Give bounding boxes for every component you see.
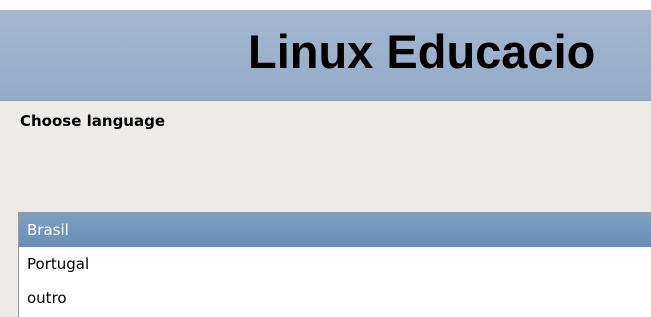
installer-window: Linux Educacio Choose language Brasil Po… xyxy=(0,0,651,317)
banner: Linux Educacio xyxy=(0,10,651,100)
banner-title: Linux Educacio xyxy=(248,25,596,78)
prompt-label: Choose language xyxy=(20,112,166,130)
list-item-brasil[interactable]: Brasil xyxy=(19,213,651,247)
list-item-outro[interactable]: outro xyxy=(19,281,651,315)
language-listbox[interactable]: Brasil Portugal outro xyxy=(18,212,651,317)
top-strip xyxy=(0,0,651,10)
list-item-portugal[interactable]: Portugal xyxy=(19,247,651,281)
